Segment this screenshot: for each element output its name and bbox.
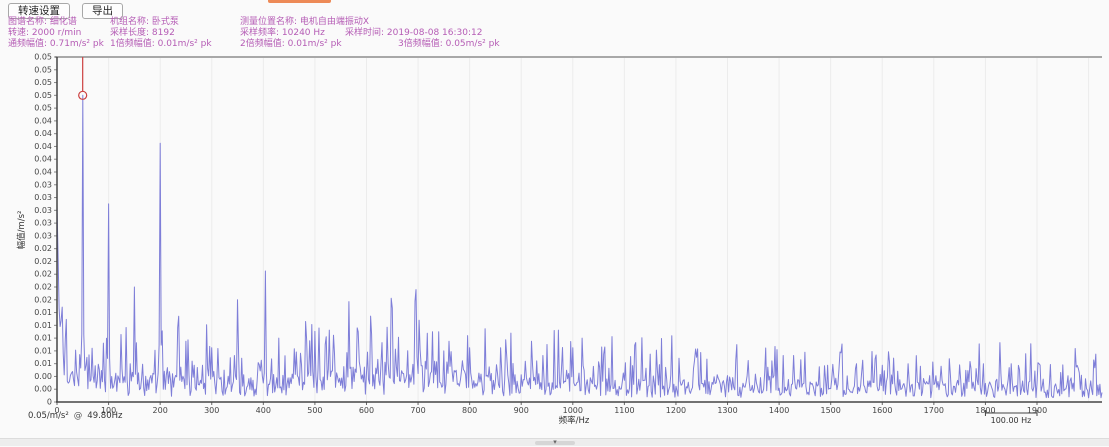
y-tick-label: 0.01: [34, 334, 52, 343]
y-tick-label: 0.03: [34, 206, 52, 215]
x-tick-label: 1500: [821, 406, 841, 415]
spectrum-chart: 0.05 0.05 0.05 0.05 0.05 0.04 0.04 0.04 0.04 0.04…: [0, 0, 1109, 432]
y-tick-label: 0.00: [34, 372, 52, 381]
y-tick-label: 0.03: [34, 231, 52, 240]
y-axis-title: 幅值/m/s²: [16, 211, 27, 250]
y-tick-label: 0.02: [34, 270, 52, 279]
x-tick-label: 1700: [924, 406, 944, 415]
cursor-frequency-value: 49.80Hz: [87, 411, 122, 421]
x-tick-label: 700: [410, 406, 425, 415]
y-tick-label: 0.01: [34, 321, 52, 330]
at-symbol-icon: @: [74, 411, 83, 421]
x-tick-label: 300: [204, 406, 219, 415]
y-tick-label: 0.03: [34, 193, 52, 202]
x-tick-label: 1100: [614, 406, 634, 415]
x-tick-label: 1000: [563, 406, 583, 415]
x-tick-label: 400: [256, 406, 271, 415]
y-tick-label: 0.04: [34, 116, 52, 125]
y-tick-label: 0.04: [34, 155, 52, 164]
y-tick-label: 0.03: [34, 219, 52, 228]
x-tick-label: 500: [307, 406, 322, 415]
y-tick-label: 0.01: [34, 308, 52, 317]
y-tick-label: 0: [47, 398, 52, 407]
y-tick-label: 0.01: [34, 346, 52, 355]
y-tick-label: 0.02: [34, 257, 52, 266]
y-tick-label: 0.04: [34, 142, 52, 151]
x-axis-ticks: 0100200300400500600700800900100011001200…: [54, 402, 1047, 415]
y-tick-label: 0.02: [34, 295, 52, 304]
x-tick-label: 600: [359, 406, 374, 415]
x-tick-label: 900: [514, 406, 529, 415]
x-axis-title: 频率/Hz: [559, 415, 590, 426]
y-tick-label: 0.05: [34, 91, 52, 100]
y-tick-label: 0.05: [34, 65, 52, 74]
y-tick-label: 0.03: [34, 180, 52, 189]
bottom-splitter: ▾: [0, 438, 1109, 446]
x-tick-label: 200: [153, 406, 168, 415]
x-tick-label: 1600: [872, 406, 892, 415]
x-tick-label: 1300: [717, 406, 737, 415]
cursor-amplitude-value: 0.05/m/s²: [28, 411, 69, 421]
x-tick-label: 800: [462, 406, 477, 415]
y-tick-label: 0.04: [34, 168, 52, 177]
splitter-handle[interactable]: ▾: [535, 441, 575, 445]
y-tick-label: 0.05: [34, 104, 52, 113]
y-tick-label: 0.05: [34, 78, 52, 87]
y-tick-label: 0.02: [34, 244, 52, 253]
y-tick-label: 0.04: [34, 129, 52, 138]
y-tick-label: 0.00: [34, 385, 52, 394]
y-axis-ticks: 0.05 0.05 0.05 0.05 0.05 0.04 0.04 0.04 0.04 0.04…: [34, 53, 57, 407]
plot-area[interactable]: [57, 57, 1102, 402]
x-tick-label: 1400: [769, 406, 789, 415]
y-tick-label: 0.02: [34, 283, 52, 292]
y-tick-label: 0.05: [34, 53, 52, 62]
x-tick-label: 1200: [666, 406, 686, 415]
cursor-readout: 0.05/m/s² @ 49.80Hz: [28, 411, 122, 421]
y-tick-label: 0.01: [34, 359, 52, 368]
scalebar-label: 100.00 Hz: [975, 416, 1047, 425]
